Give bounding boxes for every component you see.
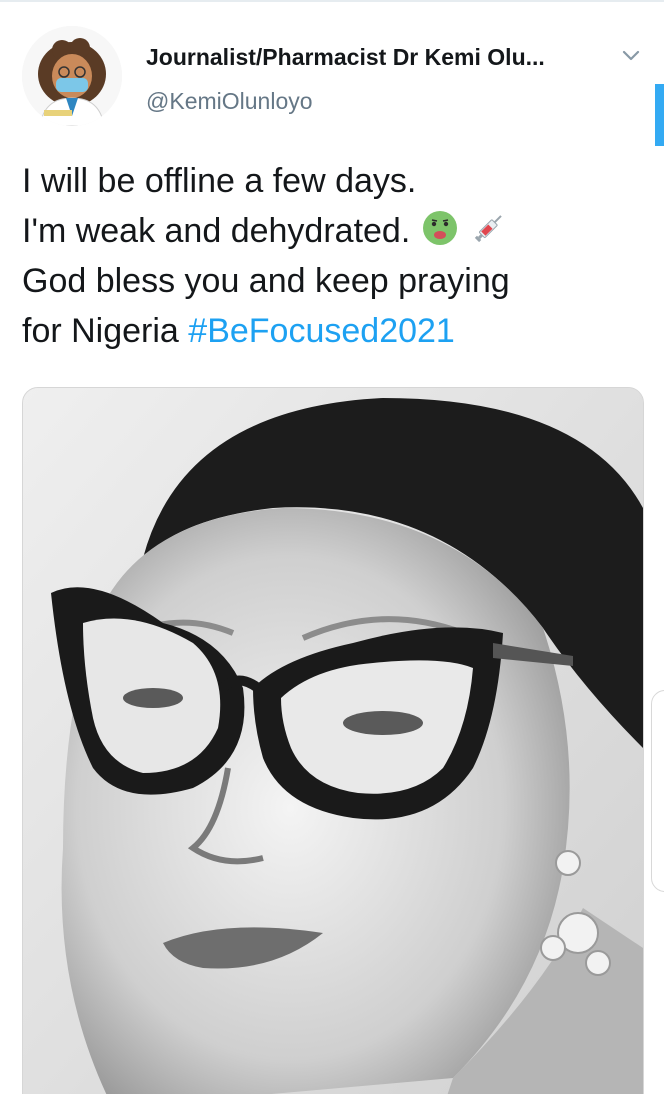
tweet-text-line: for Nigeria #BeFocused2021 (22, 306, 642, 356)
user-handle[interactable]: @KemiOlunloyo (146, 86, 616, 116)
tweet-text-segment: I'm weak and dehydrated. (22, 212, 411, 250)
display-name[interactable]: Journalist/Pharmacist Dr Kemi Olu... (146, 42, 616, 72)
chevron-down-icon[interactable] (620, 44, 642, 66)
tweet-text-segment: for Nigeria (22, 312, 179, 350)
side-panel-edge (651, 690, 664, 892)
tweet-text-line: I'm weak and dehydrated. (22, 206, 642, 256)
tweet-text-line: God bless you and keep praying (22, 262, 510, 300)
tweet-header: Journalist/Pharmacist Dr Kemi Olu... @Ke… (146, 42, 616, 116)
tweet-screen: Journalist/Pharmacist Dr Kemi Olu... @Ke… (0, 0, 664, 1094)
tweet-text-line: I will be offline a few days. (22, 162, 417, 200)
syringe-emoji-icon (469, 208, 509, 248)
nauseated-face-emoji-icon (420, 208, 460, 248)
scrollbar[interactable] (655, 84, 664, 146)
avatar[interactable] (22, 26, 122, 126)
tweet-media-image[interactable] (22, 387, 644, 1094)
hashtag-link[interactable]: #BeFocused2021 (188, 312, 455, 350)
tweet-text: I will be offline a few days. I'm weak a… (22, 156, 642, 356)
divider (0, 0, 664, 2)
